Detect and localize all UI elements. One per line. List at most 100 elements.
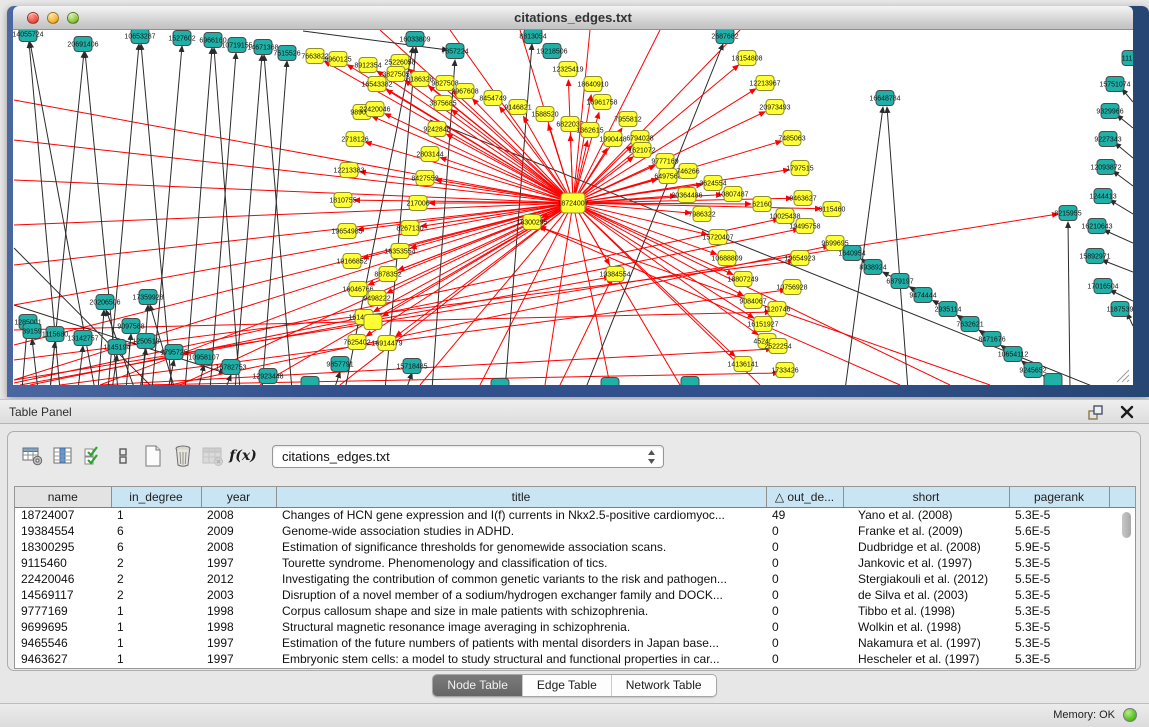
memory-indicator[interactable] bbox=[1123, 708, 1137, 722]
delete-table-icon[interactable] bbox=[198, 442, 228, 470]
table-cell: 1 bbox=[111, 619, 201, 635]
graph-node-label: 22420046 bbox=[359, 107, 390, 114]
table-cell: Embryonic stem cells: a model to study s… bbox=[276, 651, 766, 667]
table-cell: 22420046 bbox=[15, 571, 111, 587]
table-cell: 6 bbox=[111, 523, 201, 539]
window-titlebar[interactable]: citations_edges.txt bbox=[13, 6, 1133, 30]
table-select-dropdown[interactable]: citations_edges.txt bbox=[272, 445, 664, 468]
graph-edge bbox=[210, 53, 236, 385]
function-builder-icon[interactable]: f(x) bbox=[228, 442, 258, 470]
select-rows-icon[interactable] bbox=[78, 442, 108, 470]
table-row[interactable]: 1830029562008Estimation of significance … bbox=[15, 539, 1136, 555]
table-cell: 49 bbox=[766, 507, 843, 523]
table-row[interactable]: 911546021997Tourette syndrome. Phenomeno… bbox=[15, 555, 1136, 571]
graph-node-label: 217006 bbox=[406, 201, 429, 208]
column-header-short[interactable]: short bbox=[843, 487, 1009, 507]
table-cell: 6 bbox=[111, 539, 201, 555]
graph-edge bbox=[1102, 260, 1133, 272]
tab-edge-table[interactable]: Edge Table bbox=[523, 675, 612, 696]
graph-node[interactable] bbox=[601, 378, 619, 386]
column-header-filler[interactable] bbox=[1109, 487, 1136, 507]
graph-node-label: 18724007 bbox=[557, 201, 588, 208]
graph-node-label: 1990448 bbox=[599, 137, 626, 144]
graph-node[interactable] bbox=[681, 377, 699, 386]
tab-node-table[interactable]: Node Table bbox=[433, 675, 523, 696]
table-row[interactable]: 946362711997Embryonic stem cells: a mode… bbox=[15, 651, 1136, 667]
table-row[interactable]: 977716911998Corpus callosum shape and si… bbox=[15, 603, 1136, 619]
table-cell: 0 bbox=[766, 635, 843, 651]
tab-network-table[interactable]: Network Table bbox=[612, 675, 716, 696]
resize-grip[interactable] bbox=[1113, 367, 1131, 383]
graph-node-label: 2718126 bbox=[341, 137, 368, 144]
table-row[interactable]: 946554611997Estimation of the future num… bbox=[15, 635, 1136, 651]
table-header-row[interactable]: namein_degreeyeartitle△ out_de...shortpa… bbox=[15, 487, 1136, 507]
table-cell: 2008 bbox=[201, 539, 276, 555]
graph-node-label: 7485063 bbox=[778, 136, 805, 143]
graph-node[interactable] bbox=[364, 315, 382, 330]
table-row[interactable]: 1938455462009Genome-wide association stu… bbox=[15, 523, 1136, 539]
graph-node-label: 1362615 bbox=[576, 128, 603, 135]
table-cell: 9465546 bbox=[15, 635, 111, 651]
graph-node-label: 17016504 bbox=[1087, 284, 1118, 291]
table-cell-filler bbox=[1109, 587, 1136, 603]
show-columns-icon[interactable] bbox=[48, 442, 78, 470]
table-cell: 18724007 bbox=[15, 507, 111, 523]
graph-node-label: 2522254 bbox=[764, 344, 791, 351]
graph-node-label: 16033809 bbox=[399, 37, 430, 44]
network-canvas[interactable]: 1872400776638229960125891235425226058382… bbox=[13, 30, 1133, 385]
graph-edge bbox=[366, 142, 573, 203]
graph-node-label: 12213383 bbox=[333, 168, 364, 175]
table-cell: Changes of HCN gene expression and I(f) … bbox=[276, 507, 766, 523]
graph-node-label: 3875685 bbox=[429, 101, 456, 108]
graph-edge bbox=[887, 107, 908, 385]
graph-node-label: 14136141 bbox=[727, 362, 758, 369]
table-scrollbar[interactable] bbox=[1122, 512, 1131, 538]
table-row[interactable]: 969969511998Structural magnetic resonanc… bbox=[15, 619, 1136, 635]
table-cell: 1998 bbox=[201, 603, 276, 619]
table-cell: 2012 bbox=[201, 571, 276, 587]
table-cell: Wolkin et al. (1998) bbox=[843, 619, 1009, 635]
graph-node-label: 12325419 bbox=[552, 67, 583, 74]
table-cell: 1998 bbox=[201, 619, 276, 635]
new-column-icon[interactable] bbox=[138, 442, 168, 470]
graph-node-label: 16151927 bbox=[747, 322, 778, 329]
table-cell-filler bbox=[1109, 651, 1136, 667]
graph-node[interactable] bbox=[301, 377, 319, 386]
table-cell: 14569117 bbox=[15, 587, 111, 603]
graph-node[interactable] bbox=[491, 379, 509, 386]
graph-node-label: 15718485 bbox=[396, 364, 427, 371]
table-cell: Tourette syndrome. Phenomenology and cla… bbox=[276, 555, 766, 571]
column-header-in_degree[interactable]: in_degree bbox=[111, 487, 201, 507]
float-window-icon[interactable] bbox=[1087, 404, 1105, 421]
graph-node-label: 8215955 bbox=[1054, 211, 1081, 218]
table-row[interactable]: 1456911722003Disruption of a novel membe… bbox=[15, 587, 1136, 603]
column-header-out_de[interactable]: △ out_de... bbox=[766, 487, 843, 507]
column-header-name[interactable]: name bbox=[15, 487, 111, 507]
graph-edge bbox=[1113, 171, 1133, 186]
column-header-year[interactable]: year bbox=[201, 487, 276, 507]
graph-node-label: 1115680 bbox=[42, 332, 68, 339]
table-cell: Jankovic et al. (1997) bbox=[843, 555, 1009, 571]
column-header-pagerank[interactable]: pagerank bbox=[1009, 487, 1109, 507]
table-cell: 19384554 bbox=[15, 523, 111, 539]
table-cell: 1997 bbox=[201, 635, 276, 651]
table-cell: 5.3E-5 bbox=[1009, 619, 1109, 635]
graph-edge bbox=[14, 261, 794, 360]
graph-node[interactable] bbox=[1044, 374, 1062, 386]
delete-column-icon[interactable] bbox=[168, 442, 198, 470]
graph-node-label: 20973493 bbox=[759, 105, 790, 112]
close-panel-icon[interactable] bbox=[1119, 404, 1135, 420]
row-height-icon[interactable] bbox=[108, 442, 138, 470]
table-cell: Yano et al. (2008) bbox=[843, 507, 1009, 523]
table-row[interactable]: 1872400712008Changes of HCN gene express… bbox=[15, 507, 1136, 523]
graph-node-label: 16914479 bbox=[371, 341, 402, 348]
graph-edge bbox=[185, 48, 212, 385]
graph-node-label: 7625402 bbox=[343, 340, 370, 347]
graph-node-label: 20691406 bbox=[67, 42, 98, 49]
table-row[interactable]: 2242004622012Investigating the contribut… bbox=[15, 571, 1136, 587]
node-table[interactable]: namein_degreeyeartitle△ out_de...shortpa… bbox=[14, 486, 1136, 669]
graph-node-label: 1797515 bbox=[786, 166, 813, 173]
table-settings-icon[interactable] bbox=[18, 442, 48, 470]
table-cell: 5.5E-5 bbox=[1009, 571, 1109, 587]
column-header-title[interactable]: title bbox=[276, 487, 766, 507]
